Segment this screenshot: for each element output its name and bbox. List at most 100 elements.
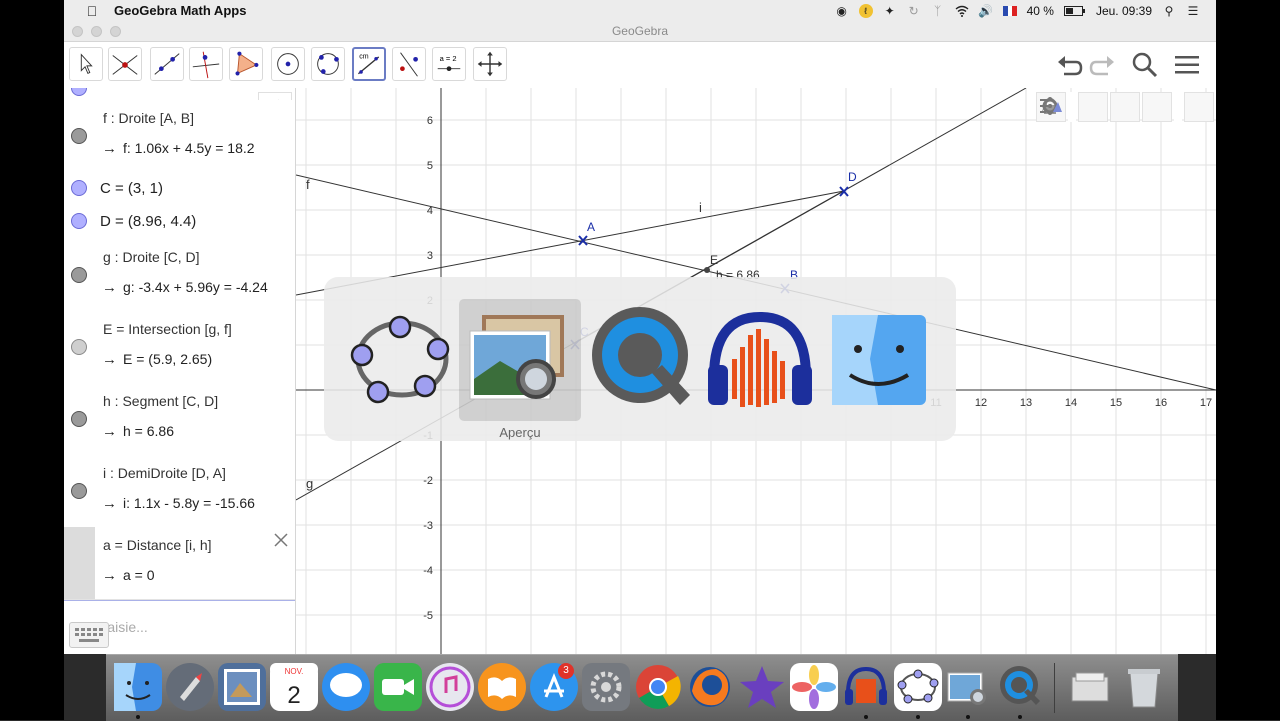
dock-system-preferences-icon[interactable] xyxy=(582,663,630,711)
close-icon[interactable] xyxy=(271,530,291,550)
dock-imovie-icon[interactable] xyxy=(738,663,786,711)
algebra-row-h[interactable]: h : Segment [C, D] → h = 6.86 xyxy=(64,383,295,456)
app-menu-name[interactable]: GeoGebra Math Apps xyxy=(114,3,246,18)
visibility-marble[interactable] xyxy=(71,213,87,229)
algebra-row-i[interactable]: i : DemiDroite [D, A] → i: 1.1x - 5.8y = … xyxy=(64,455,295,528)
visibility-marble[interactable] xyxy=(71,483,87,499)
audacity-icon[interactable] xyxy=(700,299,820,419)
x-tick-label: 15 xyxy=(1110,397,1122,409)
dock-geogebra-icon[interactable] xyxy=(894,663,942,711)
window-titlebar: GeoGebra xyxy=(64,21,1216,42)
volume-icon[interactable]: 🔊 xyxy=(978,4,993,18)
dock-messages-icon[interactable] xyxy=(322,663,370,711)
point-e[interactable] xyxy=(704,267,710,273)
label-e: E xyxy=(710,253,718,267)
wifi-icon[interactable] xyxy=(955,4,969,18)
row-value-text: a = 0 xyxy=(123,567,155,583)
battery-icon[interactable] xyxy=(1063,4,1086,18)
algebra-row-a[interactable]: a = Distance [i, h] → a = 0 xyxy=(64,527,295,600)
selection-strip xyxy=(64,527,95,599)
dock-launchpad-icon[interactable] xyxy=(166,663,214,711)
dock-trash-icon[interactable] xyxy=(1120,663,1168,711)
quicktime-icon[interactable] xyxy=(582,299,702,419)
dock-quicktime-icon[interactable] xyxy=(996,663,1044,711)
intersect-tool-button[interactable] xyxy=(108,47,142,81)
circle-three-points-icon xyxy=(317,53,339,75)
bluetooth-icon[interactable]: ᛉ xyxy=(931,4,945,18)
dock-apercu-icon[interactable] xyxy=(944,663,992,711)
visibility-marble[interactable] xyxy=(71,267,87,283)
algebra-row-d[interactable]: D = (8.96, 4.4) xyxy=(64,205,295,240)
x-tick-label: 16 xyxy=(1155,397,1167,409)
dock-calendar-icon[interactable]: NOV. 2 xyxy=(270,663,318,711)
output-arrow-icon: → xyxy=(102,567,117,584)
dock-photos-icon[interactable] xyxy=(790,663,838,711)
visibility-marble[interactable] xyxy=(71,411,87,427)
row-marble-partial[interactable] xyxy=(71,88,87,96)
menubar-clock[interactable]: Jeu. 09:39 xyxy=(1096,4,1152,18)
distance-tool-button[interactable]: cm xyxy=(352,47,386,81)
visibility-marble[interactable] xyxy=(71,339,87,355)
redo-icon[interactable] xyxy=(1088,50,1118,80)
graphics-style-toggle-icon[interactable] xyxy=(1040,92,1214,122)
dock-ibooks-icon[interactable] xyxy=(478,663,526,711)
gear-icon[interactable] xyxy=(1042,92,1140,122)
line-tool-button[interactable] xyxy=(150,47,184,81)
notification-center-icon[interactable]: ☰ xyxy=(1186,4,1200,18)
dock-firefox-icon[interactable] xyxy=(686,663,734,711)
move-graphics-tool-button[interactable] xyxy=(473,47,507,81)
circle-center-tool-button[interactable] xyxy=(271,47,305,81)
algebra-row-f[interactable]: f : Droite [A, B] → f: 1.06x + 4.5y = 18.… xyxy=(64,100,295,173)
reflect-icon xyxy=(400,52,418,77)
circle-three-points-tool-button[interactable] xyxy=(311,47,345,81)
dock-facetime-icon[interactable] xyxy=(374,663,422,711)
dock-chrome-icon[interactable] xyxy=(634,663,682,711)
intersect-icon xyxy=(112,55,138,75)
dock-photo-preview-icon[interactable] xyxy=(218,663,266,711)
undo-icon[interactable] xyxy=(1054,50,1084,80)
script-icon[interactable]: ℓ xyxy=(858,3,873,18)
flag-fr-icon[interactable] xyxy=(1002,4,1017,18)
row-value: → f: 1.06x + 4.5y = 18.2 xyxy=(102,140,255,157)
row-definition: g : Droite [C, D] xyxy=(103,249,200,265)
main-menu-icon[interactable] xyxy=(1172,50,1202,80)
dock-audacity-icon[interactable] xyxy=(842,663,890,711)
dock-documents-stack-icon[interactable] xyxy=(1066,663,1114,711)
visibility-marble[interactable] xyxy=(71,128,87,144)
perpendicular-tool-button[interactable] xyxy=(189,47,223,81)
slider-tool-button[interactable]: a = 2 xyxy=(432,47,466,81)
algebra-row-g[interactable]: g : Droite [C, D] → g: -3.4x + 5.96y = -4… xyxy=(64,239,295,312)
reflect-tool-button[interactable] xyxy=(392,47,426,81)
keyboard-icon[interactable] xyxy=(69,622,109,648)
tools-icon[interactable]: ✦ xyxy=(883,4,897,18)
letterbox-left xyxy=(0,0,64,720)
time-machine-icon[interactable]: ↻ xyxy=(907,4,921,18)
ruler-distance-icon: cm xyxy=(357,54,380,75)
visibility-marble[interactable] xyxy=(71,180,87,196)
window-close-button[interactable] xyxy=(72,26,83,37)
window-minimize-button[interactable] xyxy=(91,26,102,37)
search-icon[interactable] xyxy=(1130,50,1160,80)
spotlight-search-icon[interactable]: ⚲ xyxy=(1162,4,1176,18)
row-value: → E = (5.9, 2.65) xyxy=(102,351,212,368)
switcher-selected-label: Aperçu xyxy=(499,425,541,440)
row-value-text: h = 6.86 xyxy=(123,423,174,439)
y-tick-label: -3 xyxy=(423,520,433,532)
algebra-row-e[interactable]: E = Intersection [g, f] → E = (5.9, 2.65) xyxy=(64,311,295,384)
apple-menu-icon[interactable]:  xyxy=(82,3,102,19)
window-zoom-button[interactable] xyxy=(110,26,121,37)
record-icon[interactable]: ◉ xyxy=(835,4,849,18)
geogebra-icon[interactable] xyxy=(342,299,462,419)
lock-icon[interactable] xyxy=(1044,92,1108,122)
x-tick-label: 12 xyxy=(975,397,987,409)
more-vertical-icon[interactable] xyxy=(1048,92,1172,122)
apercu-icon[interactable] xyxy=(460,299,580,419)
finder-icon[interactable] xyxy=(820,299,940,419)
move-tool-button[interactable] xyxy=(69,47,103,81)
dock-itunes-icon[interactable] xyxy=(426,663,474,711)
geogebra-toolbar: cm a = 2 xyxy=(64,42,1216,89)
row-value: C = (3, 1) xyxy=(100,180,163,197)
dock-finder-icon[interactable] xyxy=(114,663,162,711)
algebra-row-c[interactable]: C = (3, 1) xyxy=(64,172,295,206)
polygon-tool-button[interactable] xyxy=(229,47,263,81)
